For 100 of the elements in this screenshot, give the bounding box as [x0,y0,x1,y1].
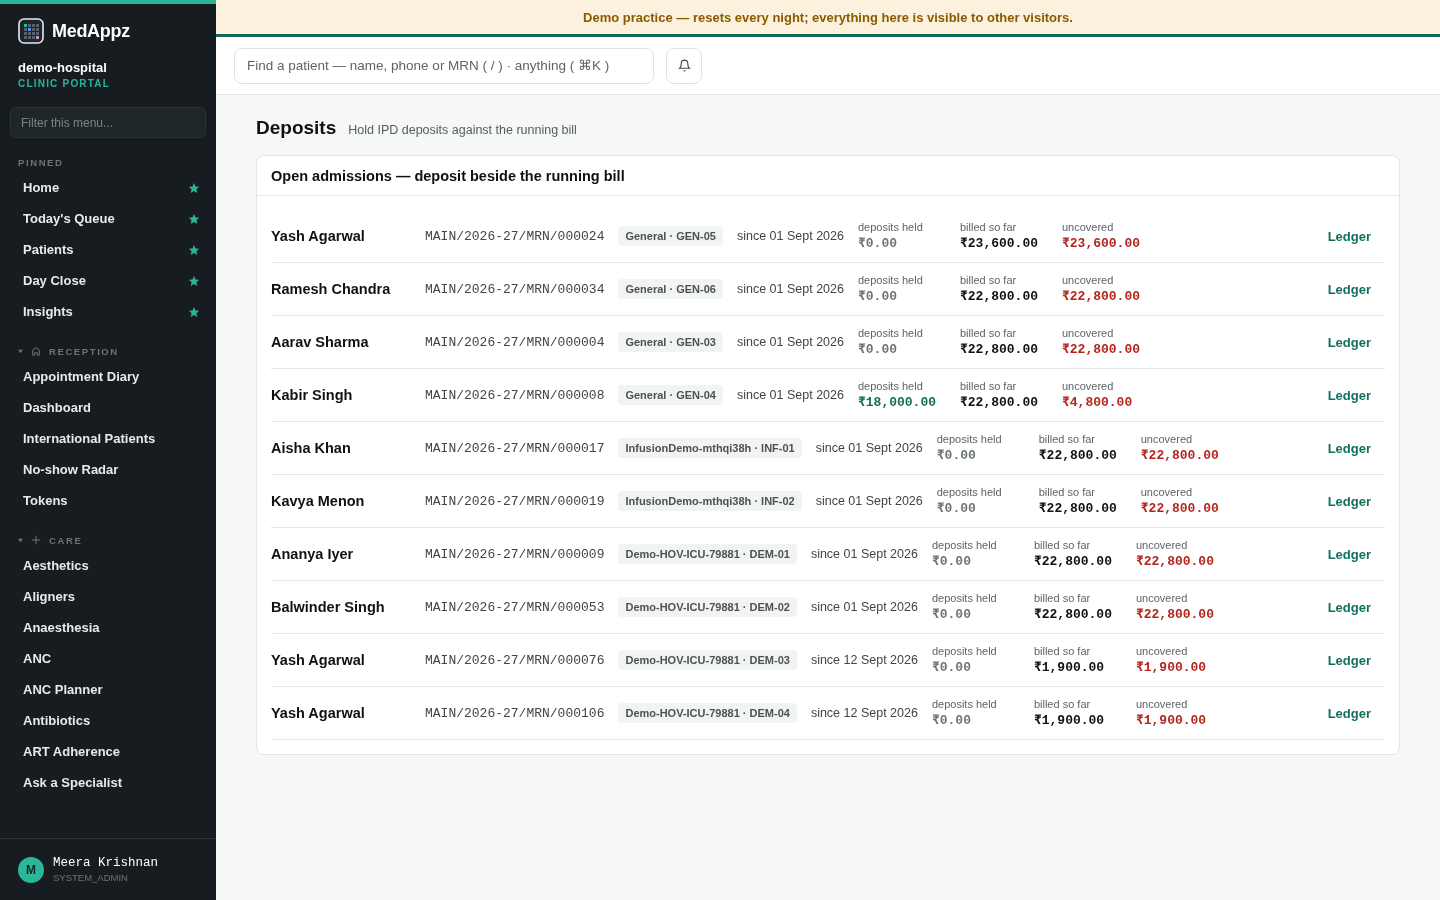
deposits-held-value: ₹0.00 [931,659,972,675]
uncovered-value: ₹1,900.00 [1135,712,1208,728]
billed-value: ₹22,800.00 [1038,447,1118,463]
patient-name: Yash Agarwal [271,705,366,721]
nav-item[interactable]: Aligners [10,581,206,612]
nav-item[interactable]: International Patients [10,423,206,454]
mrn: MAIN/2026-27/MRN/000024 [425,228,605,244]
card-title: Open admissions — deposit beside the running bill [257,156,1399,196]
ledger-link[interactable]: Ledger [1327,493,1371,509]
nav-item[interactable]: Antibiotics [10,705,206,736]
ledger-link[interactable]: Ledger [1327,228,1371,244]
uncovered-value: ₹1,900.00 [1135,659,1208,675]
patient-name: Yash Agarwal [271,228,366,244]
ledger-link[interactable]: Ledger [1327,387,1371,403]
caret-icon[interactable] [18,348,23,354]
stat-label: deposits held [857,380,924,392]
stat-label: deposits held [857,274,924,286]
ledger-link[interactable]: Ledger [1327,705,1371,721]
deposits-held-value: ₹0.00 [931,553,972,569]
filter-field[interactable]: Filter this menu... [10,107,206,138]
section-title: PINNED [18,156,64,168]
nav-item[interactable]: ANC [10,643,206,674]
stat-label: uncovered [1135,645,1189,657]
caret-icon[interactable] [18,537,23,543]
nav-item[interactable]: Today's Queue [10,203,206,234]
billed-value: ₹1,900.00 [1033,712,1106,728]
ledger-link[interactable]: Ledger [1327,334,1371,350]
uncovered-value: ₹23,600.00 [1061,235,1141,251]
nav-item[interactable]: ART Adherence [10,736,206,767]
section-title: CARE [49,534,83,546]
nav-item[interactable]: Insights [10,296,206,327]
stat-label: billed so far [959,274,1018,286]
stat-label: billed so far [1038,433,1096,445]
admitted-since: since 01 Sept 2026 [815,441,923,455]
org-name: demo-hospital [18,60,108,75]
billed-value: ₹1,900.00 [1033,659,1106,675]
logo-icon [18,18,44,44]
star-icon [188,305,200,318]
stat-label: deposits held [931,645,998,657]
uncovered-value: ₹22,800.00 [1140,447,1220,463]
bell-icon [677,59,691,72]
bed-tag: Demo-HOV-ICU-79881 · DEM-03 [618,650,797,670]
search-field[interactable]: Find a patient — name, phone or MRN ( / ) · anything ( ⌘K ) [234,47,654,84]
uncovered-value: ₹22,800.00 [1140,500,1220,516]
portal-label: CLINIC PORTAL [18,78,112,89]
stat-label: deposits held [931,592,998,604]
mrn: MAIN/2026-27/MRN/000004 [425,334,605,350]
nav-item[interactable]: Appointment Diary [10,361,206,392]
nav-item[interactable]: Tokens [10,485,206,516]
billed-value: ₹22,800.00 [1033,606,1113,622]
nav-item[interactable]: Day Close [10,265,206,296]
stat-label: deposits held [931,698,998,710]
bell-button[interactable] [666,47,702,84]
nav-item[interactable]: Aesthetics [10,550,206,581]
mrn: MAIN/2026-27/MRN/000106 [425,705,605,721]
bed-tag: General · GEN-05 [618,226,723,246]
patient-name: Ananya Iyer [271,546,355,562]
deposits-held-value: ₹18,000.00 [857,394,937,410]
billed-value: ₹22,800.00 [959,394,1039,410]
patient-name: Ramesh Chandra [271,281,392,297]
ledger-link[interactable]: Ledger [1327,440,1371,456]
stat-label: uncovered [1061,274,1115,286]
stat-label: uncovered [1061,380,1115,392]
admitted-since: since 01 Sept 2026 [736,282,844,296]
nav-item[interactable]: Ask a Specialist [10,767,206,798]
ledger-link[interactable]: Ledger [1327,599,1371,615]
nav-item[interactable]: No-show Radar [10,454,206,485]
billed-value: ₹22,800.00 [959,288,1039,304]
admitted-since: since 12 Sept 2026 [810,706,918,720]
mrn: MAIN/2026-27/MRN/000076 [425,652,605,668]
uncovered-value: ₹22,800.00 [1061,341,1141,357]
mrn: MAIN/2026-27/MRN/000034 [425,281,605,297]
stat-label: billed so far [959,327,1018,339]
ledger-link[interactable]: Ledger [1327,546,1371,562]
nav-item[interactable]: Anaesthesia [10,612,206,643]
stat-label: uncovered [1135,539,1189,551]
uncovered-value: ₹22,800.00 [1135,606,1215,622]
patient-name: Kabir Singh [271,387,354,403]
mrn: MAIN/2026-27/MRN/000017 [425,440,605,456]
nav-item[interactable]: Dashboard [10,392,206,423]
deposits-held-value: ₹0.00 [931,606,972,622]
stat-label: uncovered [1140,486,1194,498]
star-icon [188,212,200,225]
billed-value: ₹22,800.00 [1038,500,1118,516]
nav-item[interactable]: Home [10,172,206,203]
nav-item[interactable]: ANC Planner [10,674,206,705]
mrn: MAIN/2026-27/MRN/000053 [425,599,605,615]
stat-label: uncovered [1061,327,1115,339]
star-icon [188,181,200,194]
nav-item[interactable]: Patients [10,234,206,265]
stat-label: deposits held [936,486,1003,498]
avatar: M [18,856,44,883]
ledger-link[interactable]: Ledger [1327,652,1371,668]
page-subtitle: Hold IPD deposits against the running bill [348,123,577,137]
stat-label: uncovered [1061,221,1115,233]
deposits-held-value: ₹0.00 [931,712,972,728]
deposits-held-value: ₹0.00 [936,447,977,463]
admitted-since: since 01 Sept 2026 [736,229,844,243]
ledger-link[interactable]: Ledger [1327,281,1371,297]
user-role: SYSTEM_ADMIN [53,872,129,883]
